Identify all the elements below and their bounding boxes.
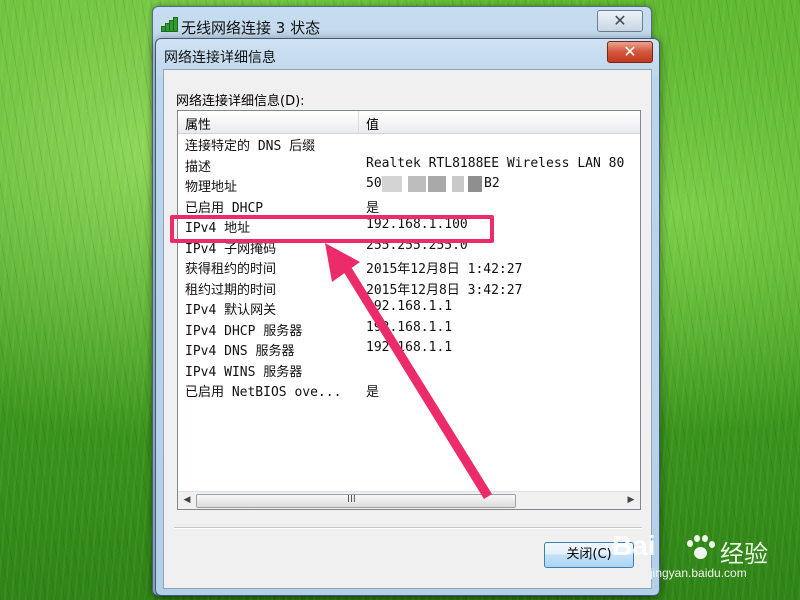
watermark-brand: Bai (612, 530, 656, 561)
baidu-watermark: Bai 经验 jingyan.baidu.com (612, 530, 800, 600)
watermark-suffix: 经验 (720, 540, 768, 568)
paw-icon (685, 533, 715, 563)
watermark-url: jingyan.baidu.com (650, 566, 747, 580)
annotation-arrow (325, 243, 492, 499)
